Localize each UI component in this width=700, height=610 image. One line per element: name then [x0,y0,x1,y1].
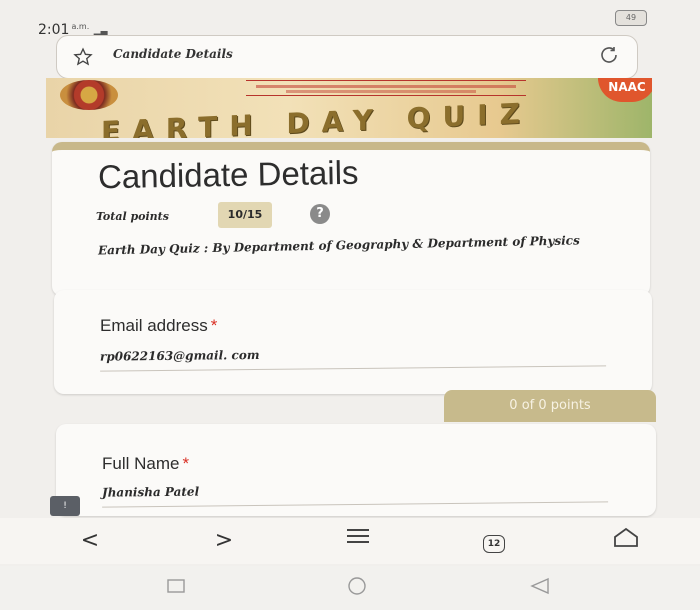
reload-icon[interactable] [597,44,621,72]
back-button[interactable]: < [70,526,110,556]
star-outline-icon[interactable] [73,47,93,71]
total-points-badge: 10/15 [218,202,272,228]
question-title: Email address [100,316,208,335]
question-card-email: Email address * rp0622163@gmail. com [54,290,652,394]
form-header-card: Candidate Details Total points 10/15 ? E… [52,142,650,296]
banner-hindi-text [246,80,526,96]
section-points-chip: 0 of 0 points [444,390,656,422]
circle-icon [348,577,366,595]
college-seal-logo [60,80,118,110]
form-title: Candidate Details [97,153,359,196]
home-button[interactable] [606,526,646,556]
menu-button[interactable] [338,526,378,556]
triangle-back-icon [530,577,549,595]
feedback-icon[interactable]: ! [50,496,80,516]
tabs-count-icon: 12 [483,535,505,553]
hamburger-icon [347,529,369,543]
system-back-button[interactable] [526,574,558,600]
full-name-answer: Jhanisha Patel [101,479,609,508]
system-home-button[interactable] [342,574,374,600]
square-icon [167,579,185,593]
recent-apps-button[interactable] [162,574,194,600]
browser-toolbar: < > 12 [0,518,700,564]
home-icon [614,527,638,547]
page-title-in-url-bar: Candidate Details [113,47,233,61]
forward-button[interactable]: > [204,526,244,556]
email-answer: rp0622163@gmail. com [99,343,607,372]
banner-title: EARTH DAY QUIZ [101,96,532,138]
question-card-full-name: Full Name * Jhanisha Patel [56,424,656,516]
battery-icon: 49 [615,10,647,26]
total-points-label: Total points [96,210,169,223]
browser-url-bar[interactable]: Candidate Details [56,35,638,79]
form-description: Earth Day Quiz : By Department of Geogra… [97,233,580,258]
system-nav-bar [0,566,700,610]
tabs-button[interactable]: 12 [474,526,514,556]
question-title: Full Name [102,454,180,473]
quiz-banner-image: NAAC EARTH DAY QUIZ [46,78,652,138]
question-label-email: Email address * [100,316,217,336]
required-asterisk: * [210,316,218,335]
status-time-suffix: a.m. [71,22,90,31]
question-label-full-name: Full Name * [102,454,189,474]
help-icon[interactable]: ? [310,204,330,224]
status-bar: 2:01 a.m. ▂▄ 49 [0,0,700,40]
required-asterisk: * [182,454,190,473]
